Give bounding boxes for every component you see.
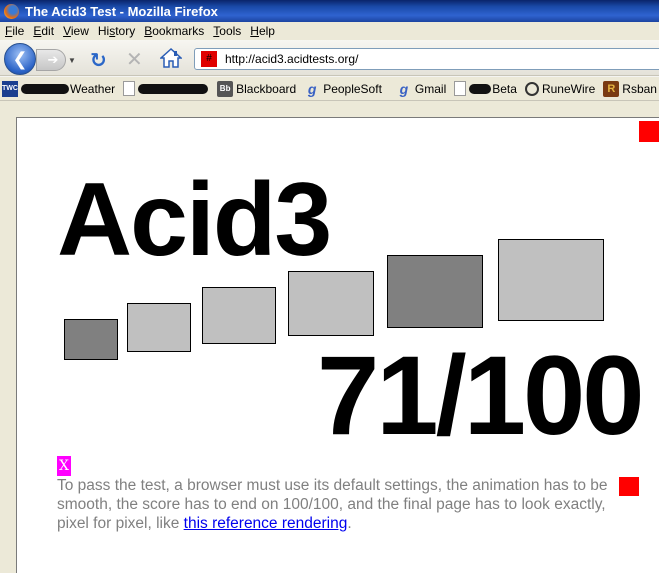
bookmark-blackboard[interactable]: Bb Blackboard	[217, 80, 296, 97]
navigation-toolbar: ➔ ❮ ▼ ↻ ✕ # http://acid3.acidtests.org/	[0, 40, 659, 76]
history-dropdown-icon[interactable]: ▼	[68, 56, 76, 65]
menu-bookmarks[interactable]: Bookmarks	[139, 24, 208, 38]
x-marker: X	[57, 456, 71, 476]
stop-icon[interactable]: ✕	[126, 47, 143, 72]
google-icon: g	[399, 80, 409, 97]
redacted-text	[138, 83, 209, 94]
runewire-icon	[524, 81, 539, 96]
redacted-text	[469, 83, 492, 94]
menu-help[interactable]: Help	[245, 24, 279, 38]
blackboard-icon: Bb	[217, 80, 234, 97]
menu-view[interactable]: View	[58, 24, 93, 38]
bookmark-peoplesoft[interactable]: g PeopleSoft	[304, 81, 382, 97]
forward-arrow-icon: ➔	[47, 52, 59, 67]
google-icon: g	[307, 80, 317, 97]
rsbandb-icon: R	[603, 80, 620, 97]
bookmarks-toolbar: TWC Weather Bb Blackboard g PeopleSoft g…	[0, 77, 659, 101]
red-square	[639, 121, 659, 142]
bucket-3	[202, 287, 276, 344]
back-button[interactable]: ❮	[4, 43, 36, 75]
menu-edit[interactable]: Edit	[28, 24, 58, 38]
window-title-bar: The Acid3 Test - Mozilla Firefox	[0, 0, 659, 22]
back-arrow-icon: ❮	[12, 48, 28, 69]
site-favicon-icon: #	[201, 51, 217, 67]
page-title: Acid3	[57, 162, 332, 278]
twc-icon: TWC	[2, 80, 18, 97]
url-text[interactable]: http://acid3.acidtests.org/	[225, 52, 358, 66]
reload-icon[interactable]: ↻	[90, 48, 107, 73]
firefox-logo-icon	[4, 3, 19, 19]
bucket-6	[498, 239, 604, 321]
address-bar[interactable]: # http://acid3.acidtests.org/	[194, 48, 659, 70]
menu-tools[interactable]: Tools	[208, 24, 245, 38]
bucket-4	[288, 271, 374, 336]
menu-bar: File Edit View History Bookmarks Tools H…	[0, 22, 659, 40]
bucket-2	[127, 303, 191, 352]
bookmark-runewire[interactable]: RuneWire	[524, 81, 595, 96]
window-title: The Acid3 Test - Mozilla Firefox	[25, 3, 218, 19]
redacted-text	[21, 83, 69, 94]
forward-button[interactable]: ➔	[36, 49, 66, 71]
menu-file[interactable]: File	[0, 24, 28, 38]
bucket-1	[64, 319, 118, 360]
page-icon	[454, 81, 467, 96]
red-square	[619, 477, 639, 496]
reference-rendering-link[interactable]: this reference rendering	[184, 515, 348, 532]
score-text: 71/100	[317, 333, 645, 458]
bookmark-beta[interactable]: Beta	[454, 81, 517, 96]
bookmark-redacted[interactable]	[123, 81, 209, 96]
bucket-5	[387, 255, 483, 328]
bookmark-weather[interactable]: TWC Weather	[0, 80, 115, 97]
menu-history[interactable]: History	[93, 24, 139, 38]
page-content[interactable]: Acid3 71/100 X To pass the test, a brows…	[16, 117, 659, 573]
bookmark-gmail[interactable]: g Gmail	[396, 80, 447, 97]
instructions-text: To pass the test, a browser must use its…	[57, 477, 608, 532]
home-icon[interactable]	[159, 47, 183, 68]
page-icon	[123, 81, 136, 96]
bookmark-rsbandb[interactable]: R Rsban	[603, 80, 657, 97]
